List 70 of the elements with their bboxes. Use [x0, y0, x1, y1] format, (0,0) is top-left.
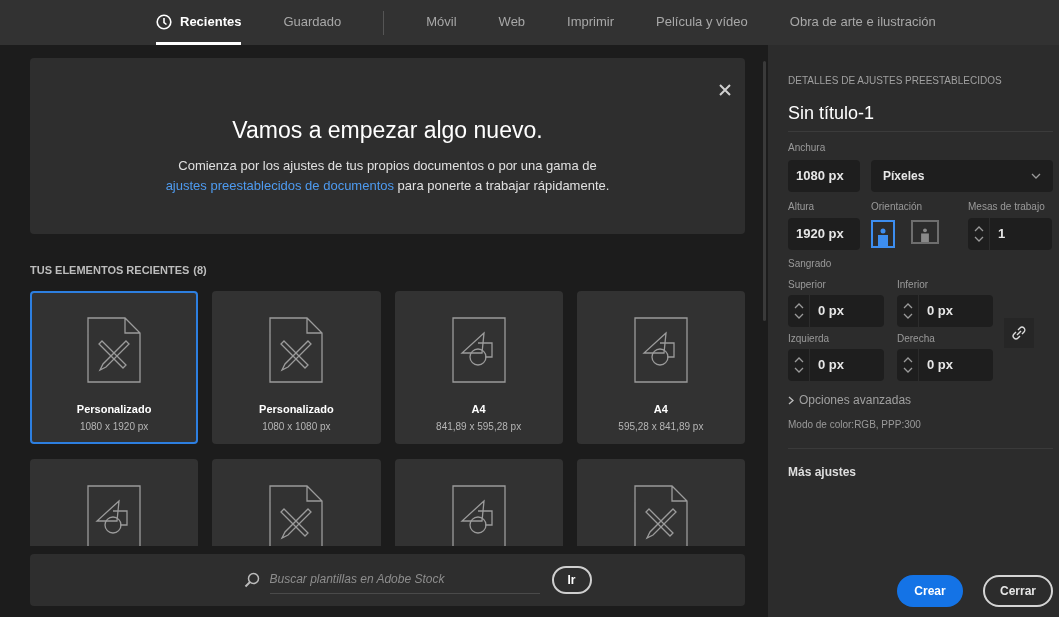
document-shapes-icon	[633, 316, 688, 383]
chevron-right-icon	[788, 395, 794, 405]
welcome-title: Vamos a empezar algo nuevo.	[232, 116, 543, 145]
search-field[interactable]: Buscar plantillas en Adobe Stock	[269, 565, 540, 594]
category-tab[interactable]: Móvil	[426, 7, 457, 45]
category-tab[interactable]: Web	[498, 7, 526, 45]
document-pencil-ruler-icon	[87, 316, 142, 383]
document-pencil-ruler-icon	[269, 484, 324, 546]
document-size: 1080 x 1920 px	[79, 420, 149, 434]
document-name: Personalizado	[76, 401, 152, 417]
number-field[interactable]: 0 px	[788, 295, 884, 327]
recent-document-card[interactable]: A4 841,89 x 595,28 px	[394, 290, 563, 444]
item-count: (8)	[193, 263, 207, 278]
field-label: Derecha	[897, 332, 936, 346]
advanced-options-toggle[interactable]: Opciones avanzadas	[788, 391, 1053, 409]
document-shapes-icon	[451, 484, 506, 546]
close-icon	[717, 82, 733, 98]
color-mode-text: Modo de color:RGB, PPP:300	[788, 418, 922, 432]
document-size: 1080 x 1080 px	[262, 420, 331, 434]
field-label: Anchura	[788, 141, 827, 155]
document-name: Personalizado	[259, 401, 334, 417]
chevron-down-icon	[1031, 173, 1041, 179]
recent-document-card[interactable]: A4 595,28 x 841,89 px	[576, 290, 745, 444]
portrait-button[interactable]	[871, 220, 895, 248]
search-icon	[243, 571, 260, 588]
width-field[interactable]: 1080 px	[788, 160, 860, 192]
landscape-button[interactable]	[911, 220, 939, 244]
category-tab[interactable]: Película y vídeo	[656, 7, 748, 45]
number-field[interactable]: 0 px	[897, 295, 993, 327]
person-icon	[920, 228, 930, 242]
category-tab[interactable]: Guardado	[283, 7, 342, 45]
document-name: A4	[471, 401, 486, 417]
field-label: Izquierda	[788, 332, 831, 346]
panel-heading: DETALLES DE AJUSTES PREESTABLECIDOS	[788, 74, 1003, 88]
welcome-text: Comienza por los ajustes de tus propios documentos o por una gama de ajustes preestablecidos de documentos para ponerte a trabajar rápidamente.	[164, 156, 611, 195]
document-size: 595,28 x 841,89 px	[618, 420, 704, 434]
document-pencil-ruler-icon	[633, 484, 688, 546]
close-button[interactable]	[717, 82, 733, 98]
number-field[interactable]: 1	[968, 218, 1052, 250]
create-button[interactable]: Crear	[897, 575, 963, 607]
number-field[interactable]: 0 px	[897, 349, 993, 381]
category-tab[interactable]: Recientes	[156, 7, 242, 45]
category-tab[interactable]: Obra de arte e ilustración	[789, 7, 936, 45]
field-label: Inferior	[897, 278, 930, 292]
document-name: A4	[653, 401, 668, 417]
recent-document-card[interactable]: Personalizado 1080 x 1080 px	[212, 290, 381, 444]
unit-dropdown[interactable]: Píxeles	[871, 160, 1053, 192]
document-shapes-icon	[451, 316, 506, 383]
recent-document-card[interactable]: Personalizado 1080 x 1920 px	[30, 290, 199, 444]
field-label: Altura	[788, 200, 816, 214]
section-heading: TUS ELEMENTOS RECIENTES	[30, 263, 190, 278]
field-label: Superior	[788, 278, 827, 292]
field-label: Orientación	[871, 200, 924, 214]
link-icon	[1012, 326, 1026, 340]
go-button[interactable]: Ir	[551, 565, 592, 594]
number-field[interactable]: 0 px	[788, 349, 884, 381]
field-label: Mesas de trabajo	[968, 200, 1045, 214]
close-dialog-button[interactable]: Cerrar	[983, 575, 1053, 607]
person-icon	[878, 228, 888, 246]
presets-link[interactable]: ajustes preestablecidos de documentos	[165, 177, 394, 193]
document-size: 841,89 x 595,28 px	[436, 420, 522, 434]
document-pencil-ruler-icon	[269, 316, 324, 383]
more-settings-button[interactable]: Más ajustes	[788, 463, 857, 481]
height-field[interactable]: 1920 px	[788, 218, 860, 250]
category-tab[interactable]: Imprimir	[567, 7, 615, 45]
section-label: Sangrado	[788, 257, 833, 271]
link-button[interactable]	[1004, 318, 1034, 348]
document-name-field[interactable]: Sin título-1	[788, 100, 1053, 132]
document-shapes-icon	[87, 484, 142, 546]
clock-icon	[156, 13, 172, 30]
